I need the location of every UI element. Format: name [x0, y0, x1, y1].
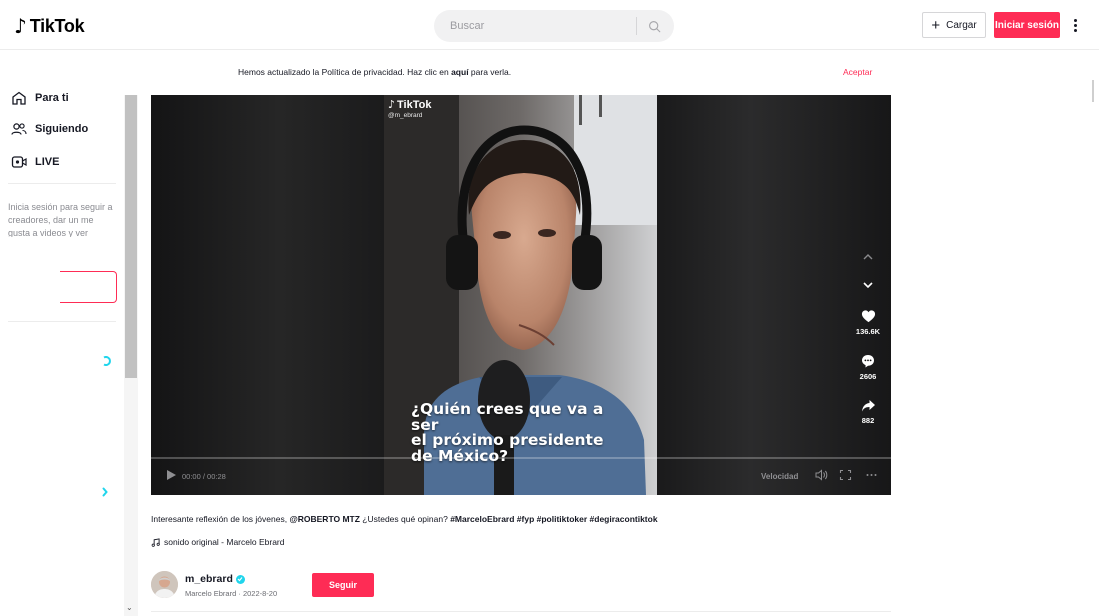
avatar-image [151, 571, 178, 598]
accent-chevron-icon[interactable] [101, 356, 111, 366]
privacy-notice-text: Hemos actualizado la Política de privaci… [238, 67, 511, 77]
sound-label: sonido original - Marcelo Ebrard [164, 537, 285, 547]
comment-icon [862, 355, 874, 368]
sound-link[interactable]: sonido original - Marcelo Ebrard [151, 537, 284, 547]
hashtag-links[interactable]: #MarceloEbrard #fyp #politiktoker #degir… [450, 514, 657, 524]
page-scrollbar[interactable] [1089, 50, 1099, 616]
more-dots-icon [1073, 18, 1077, 22]
author-card: m_ebrard Marcelo Ebrard · 2022-8-20 Segu… [151, 571, 396, 607]
sidebar-divider [8, 183, 116, 184]
share-count: 882 [861, 416, 875, 425]
avatar[interactable] [151, 571, 178, 598]
notice-text-after: para verla. [468, 67, 512, 77]
video-time: 00:00 / 00:28 [182, 472, 226, 481]
author-username: m_ebrard [185, 573, 233, 585]
tiktok-note-icon: ♪ [388, 98, 396, 111]
more-options-icon[interactable] [865, 469, 878, 481]
desc-question: ¿Ustedes qué opinan? [359, 514, 451, 524]
login-button[interactable]: Iniciar sesión [994, 12, 1060, 38]
privacy-link[interactable]: aquí [451, 67, 468, 77]
login-prompt-text: Inicia sesión para seguir a creadores, d… [8, 202, 113, 237]
tiktok-logo[interactable]: ♪ TikTok [14, 14, 85, 38]
video-progress-bar[interactable] [151, 457, 891, 459]
tiktok-watermark: ♪ TikTok [388, 98, 431, 111]
chevron-up-icon [863, 253, 873, 259]
scroll-down-icon[interactable]: ⌄ [126, 603, 133, 612]
music-note-icon [151, 537, 160, 547]
author-username-link[interactable]: m_ebrard [185, 573, 245, 585]
live-icon [11, 156, 27, 168]
upload-label: Cargar [946, 19, 977, 31]
sidebar-scroll-thumb[interactable] [125, 95, 137, 378]
mention-link[interactable]: @ROBERTO MTZ [289, 514, 359, 524]
author-meta: Marcelo Ebrard · 2022-8-20 [185, 589, 277, 598]
top-header: ♪ TikTok + Cargar Iniciar sesión [0, 0, 1099, 50]
watermark-username: @m_ebrard [388, 112, 423, 119]
tiktok-note-icon: ♪ [14, 14, 27, 38]
comment-count: 2606 [859, 372, 877, 381]
share-arrow-icon [861, 400, 875, 412]
comment-button[interactable]: 2606 [851, 354, 885, 381]
watermark-brand: TikTok [397, 98, 432, 111]
logo-text: TikTok [29, 15, 85, 36]
more-menu-button[interactable] [1066, 12, 1084, 38]
sidebar-item-label: Para ti [35, 92, 69, 104]
sidebar-divider [8, 321, 116, 322]
sidebar-item-label: Siguiendo [35, 123, 89, 135]
sidebar-item-label: LIVE [35, 156, 60, 168]
sidebar-login-button[interactable] [60, 271, 117, 303]
sidebar-item-live[interactable]: LIVE [11, 155, 59, 169]
video-blur-left [151, 95, 384, 495]
previous-video-button[interactable] [861, 250, 875, 262]
video-description: Interesante reflexión de los jóvenes, @R… [151, 514, 658, 524]
desc-text: Interesante reflexión de los jóvenes, [151, 514, 290, 524]
author-display-name: Marcelo Ebrard [185, 589, 237, 598]
accept-button[interactable]: Aceptar [843, 67, 872, 77]
more-dot [1073, 23, 1077, 27]
heart-icon [861, 310, 875, 323]
users-icon [11, 123, 27, 135]
share-button[interactable]: 882 [851, 399, 885, 425]
notice-text-before: Hemos actualizado la Política de privaci… [238, 67, 452, 77]
volume-icon[interactable] [815, 469, 828, 481]
sidebar-item-following[interactable]: Siguiendo [11, 122, 88, 136]
page-scroll-thumb[interactable] [1092, 80, 1094, 102]
search-bar [434, 10, 674, 42]
speed-button[interactable]: Velocidad [761, 472, 798, 481]
chevron-down-icon [863, 281, 873, 288]
chevron-right-icon[interactable] [100, 487, 110, 497]
verified-badge-icon [235, 574, 245, 584]
plus-icon: + [931, 16, 941, 34]
like-count: 136.6K [855, 327, 881, 336]
video-blur-right [657, 95, 891, 495]
search-icon [648, 20, 660, 32]
upload-button[interactable]: + Cargar [922, 12, 986, 38]
search-button[interactable] [637, 11, 671, 41]
caption-line: ¿Quién crees que va a ser [411, 400, 604, 434]
privacy-notice-bar: Hemos actualizado la Política de privaci… [0, 51, 1099, 95]
fullscreen-icon[interactable] [839, 469, 852, 481]
follow-button[interactable]: Seguir [312, 573, 374, 597]
next-video-button[interactable] [861, 279, 875, 291]
search-input[interactable] [434, 11, 634, 41]
play-icon[interactable] [165, 469, 177, 481]
video-caption: ¿Quién crees que va a ser el próximo pre… [411, 400, 631, 464]
post-date: 2022-8-20 [242, 589, 278, 598]
meta-separator: · [236, 589, 243, 598]
like-button[interactable]: 136.6K [851, 309, 885, 336]
home-icon [12, 91, 26, 105]
more-dot [1073, 28, 1077, 32]
sidebar: Para ti Siguiendo LIVE Inicia sesión par… [0, 91, 124, 616]
content-divider [151, 611, 891, 612]
sidebar-item-for-you[interactable]: Para ti [11, 91, 69, 105]
sidebar-scrollbar[interactable]: ⌄ [124, 95, 138, 616]
video-player[interactable]: ♪ TikTok @m_ebrard ¿Quién crees que va a … [151, 95, 891, 495]
